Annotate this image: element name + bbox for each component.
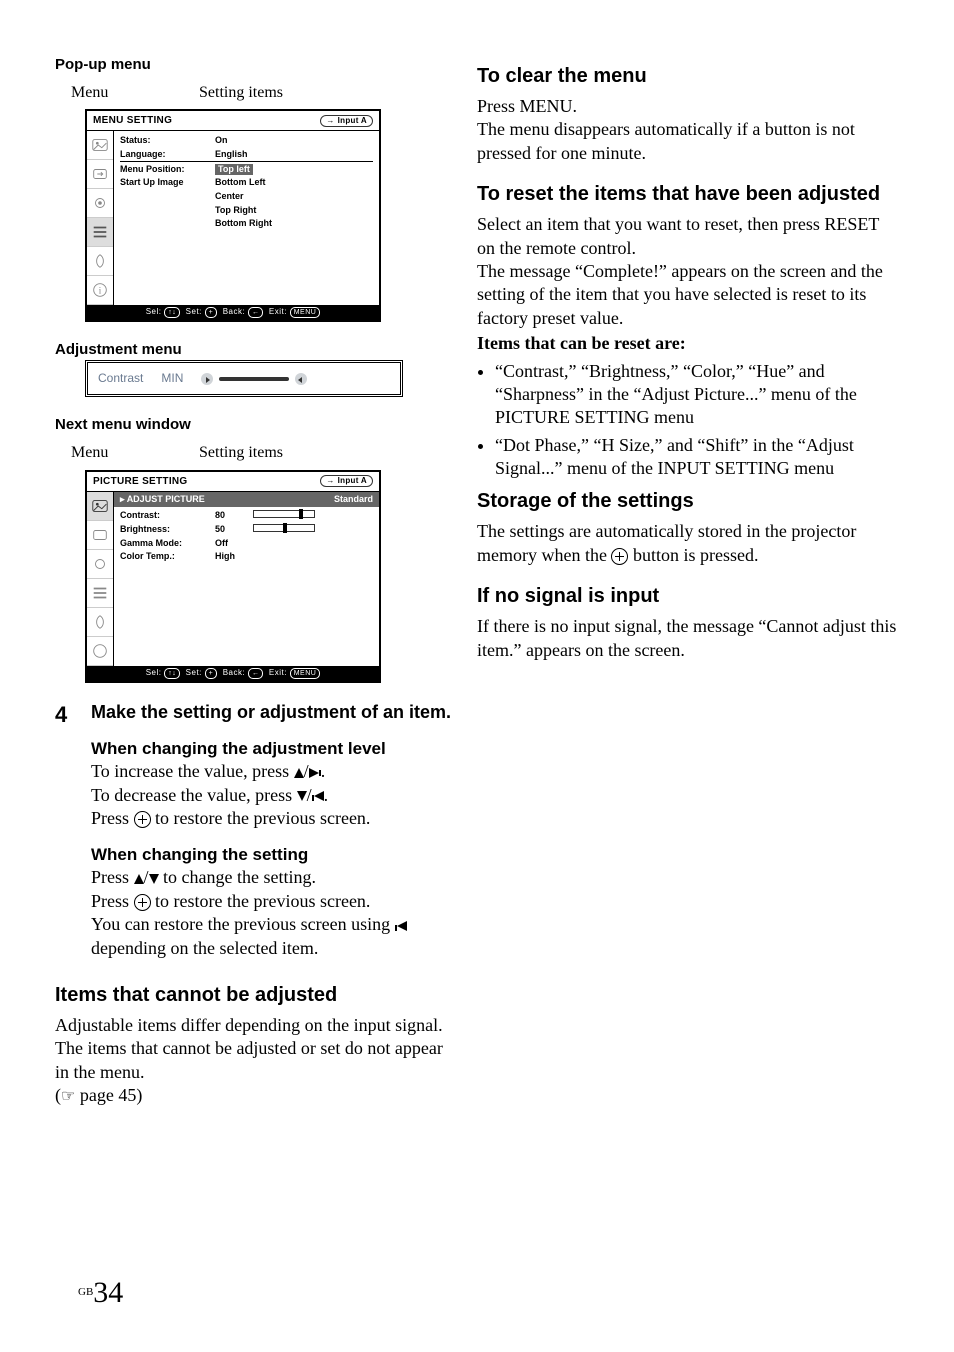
info-icon-2	[87, 637, 113, 666]
clear-menu-p2: The menu disappears automatically if a b…	[477, 118, 899, 165]
step-number-4: 4	[55, 701, 83, 960]
menu-setting-content: Status:On Language:English Menu Position…	[114, 131, 379, 305]
decrease-line: To decrease the value, press /.	[91, 784, 455, 807]
press-restore-line: Press to restore the previous screen.	[91, 807, 455, 830]
enter-button-icon-2	[134, 894, 151, 911]
arrow-down-icon-2	[149, 874, 159, 884]
label-menu: Menu	[55, 83, 199, 104]
adjustment-bar-box: Contrast MIN	[85, 360, 403, 398]
arrow-up-icon	[294, 768, 304, 778]
enter-button-icon	[134, 811, 151, 828]
input-chip-2: →Input A	[320, 475, 373, 487]
picture-icon	[87, 131, 113, 160]
menu-icon-column-2	[87, 492, 114, 666]
items-cannot-heading: Items that cannot be adjusted	[55, 982, 455, 1008]
increase-line: To increase the value, press /.	[91, 760, 455, 783]
page-number: GB34	[78, 1273, 123, 1312]
menu-footer: Sel: ↑↓ Set: + Back: ← Exit: MENU	[87, 305, 379, 320]
no-signal-text: If there is no input signal, the message…	[477, 615, 899, 662]
info-icon: i	[87, 276, 113, 305]
menu-footer-2: Sel: ↑↓ Set: + Back: ← Exit: MENU	[87, 666, 379, 681]
pointer-hand-icon: ☞	[61, 1087, 75, 1108]
reset-heading: To reset the items that have been adjust…	[477, 181, 899, 207]
label-menu-2: Menu	[55, 443, 199, 464]
reset-item-1: “Contrast,” “Brightness,” “Color,” “Hue”…	[495, 360, 899, 430]
next-menu-heading: Next menu window	[55, 415, 455, 435]
storage-text: The settings are automatically stored in…	[477, 520, 899, 567]
picture-icon-2	[87, 492, 113, 521]
adjustment-menu-heading: Adjustment menu	[55, 340, 455, 360]
input-icon	[87, 160, 113, 189]
input-icon-2	[87, 521, 113, 550]
reset-items-list: “Contrast,” “Brightness,” “Color,” “Hue”…	[477, 360, 899, 481]
picture-setting-content: ▸ ADJUST PICTURE Standard Contrast:80 Br…	[114, 492, 379, 666]
enter-button-icon-3	[611, 548, 628, 565]
popup-menu-heading: Pop-up menu	[55, 55, 455, 75]
reset-item-2: “Dot Phase,” “H Size,” and “Shift” in th…	[495, 434, 899, 481]
reset-p2: The message “Complete!” appears on the s…	[477, 260, 899, 330]
label-setting-items-2: Setting items	[199, 443, 283, 464]
clear-menu-p1: Press MENU.	[477, 95, 899, 118]
set-icon	[87, 189, 113, 218]
picture-setting-box: PICTURE SETTING →Input A ▸ ADJUST	[85, 470, 381, 683]
change-setting-heading: When changing the setting	[91, 844, 455, 866]
cs-line3: You can restore the previous screen usin…	[91, 913, 455, 960]
reset-items-heading: Items that can be reset are:	[477, 332, 899, 355]
menu-setting-icon	[87, 218, 113, 247]
clear-menu-heading: To clear the menu	[477, 63, 899, 89]
picture-setting-title: PICTURE SETTING	[93, 475, 188, 488]
input-chip: →Input A	[320, 115, 373, 127]
arrow-left-icon-2	[397, 921, 407, 931]
no-signal-heading: If no signal is input	[477, 583, 899, 609]
adj-min: MIN	[161, 371, 183, 387]
arrow-right-icon	[309, 768, 319, 778]
menu-setting-title: MENU SETTING	[93, 114, 172, 127]
change-level-heading: When changing the adjustment level	[91, 738, 455, 760]
set-icon-2	[87, 550, 113, 579]
step4-title: Make the setting or adjustment of an ite…	[91, 701, 455, 724]
arrow-left-icon	[314, 791, 324, 801]
cs-line2: Press to restore the previous screen.	[91, 890, 455, 913]
items-cannot-text: Adjustable items differ depending on the…	[55, 1014, 455, 1084]
reset-p1: Select an item that you want to reset, t…	[477, 213, 899, 260]
cs-line1: Press / to change the setting.	[91, 866, 455, 889]
arrow-up-icon-2	[134, 874, 144, 884]
menu-setting-box: MENU SETTING →Input A i Status:On Lang	[85, 109, 381, 322]
storage-heading: Storage of the settings	[477, 488, 899, 514]
menu-icon-column: i	[87, 131, 114, 305]
install-icon-2	[87, 608, 113, 637]
items-cannot-ref: (☞ page 45)	[55, 1084, 455, 1108]
arrow-down-icon	[297, 791, 307, 801]
menu-setting-icon-2	[87, 579, 113, 608]
adj-slider	[201, 373, 307, 385]
label-setting-items: Setting items	[199, 83, 283, 104]
install-icon	[87, 247, 113, 276]
adj-label: Contrast	[98, 371, 143, 387]
svg-text:i: i	[99, 286, 102, 296]
